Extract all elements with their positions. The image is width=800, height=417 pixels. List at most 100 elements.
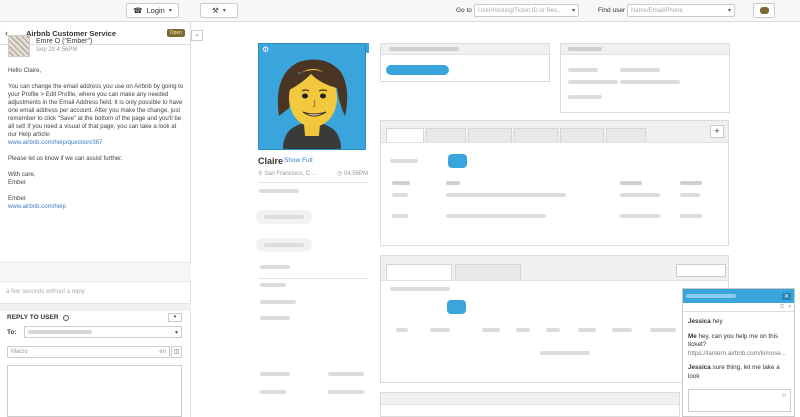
message-body: Hello Claire, You can change the email a… [8, 67, 184, 219]
goto-placeholder: User/Hosting/Ticket ID or Res... [478, 7, 563, 14]
location: ⚲ San Francisco, C... [258, 170, 315, 177]
chevron-down-icon: ▾ [571, 8, 575, 14]
goto-label: Go to [456, 7, 472, 14]
divider [258, 278, 368, 279]
tools-icon: ⚒ [212, 6, 219, 15]
find-user-placeholder: Name/Email/Phone [631, 7, 683, 14]
tab[interactable] [468, 128, 512, 142]
chat-sender: Me [688, 332, 697, 340]
column-header [578, 328, 596, 332]
user-avatar-illustration [259, 44, 365, 149]
chevron-down-icon: ▾ [168, 8, 172, 14]
panel-title [389, 47, 459, 51]
macro-language[interactable]: en [159, 349, 166, 355]
close-icon[interactable]: × [788, 304, 791, 310]
message-divider [0, 262, 191, 282]
section-divider [0, 303, 191, 311]
chat-message: Jessica hey [688, 318, 789, 327]
reply-title: REPLY TO USER [7, 314, 69, 321]
reply-textarea[interactable] [7, 365, 182, 417]
chat-link[interactable]: https://lantern.airbnb.com/kimose... [688, 350, 786, 357]
find-user-input[interactable]: Name/Email/Phone ▾ [627, 4, 735, 17]
chat-sender: Jessica [688, 318, 711, 325]
login-button[interactable]: ☎ Login ▾ [126, 3, 179, 18]
tab[interactable] [426, 128, 466, 142]
find-user-label: Find user [598, 7, 626, 14]
goto-input[interactable]: User/Hosting/Ticket ID or Res... ▾ [474, 4, 579, 17]
user-menu-button[interactable] [753, 3, 775, 18]
macro-list-icon[interactable]: ◫ [171, 346, 182, 358]
pagination[interactable] [540, 351, 590, 355]
info-field [568, 95, 602, 99]
column-header [396, 328, 408, 332]
chevron-down-icon: ▾ [222, 8, 226, 14]
info-field [568, 80, 618, 84]
column-header [612, 328, 632, 332]
message-paragraph: You can change the email address you use… [8, 83, 184, 147]
divider [258, 182, 368, 183]
macro-placeholder: Macro [11, 349, 28, 355]
phone-icon: ☎ [133, 6, 143, 15]
filter-button[interactable] [447, 300, 466, 314]
signoff-name: Ember [8, 179, 26, 186]
column-header [392, 181, 410, 185]
smiley-icon[interactable]: ☺ [781, 393, 787, 399]
profile-field [260, 300, 296, 304]
message-signoff: With care, Ember [8, 171, 184, 187]
collapse-panel-button[interactable]: ⌄ [191, 30, 203, 41]
table-cell [680, 214, 702, 218]
message-signature: Ember www.airbnb.com/help [8, 195, 184, 211]
profile-field [260, 372, 290, 376]
reply-title-label: REPLY TO USER [7, 314, 59, 321]
clock-icon[interactable] [62, 314, 69, 321]
signature-link[interactable]: www.airbnb.com/help [8, 203, 66, 210]
column-header [516, 328, 530, 332]
status-badge[interactable]: Open [166, 29, 185, 37]
reply-options-button[interactable]: ▾ [168, 313, 182, 322]
clock-icon: ◷ [337, 171, 343, 177]
macro-input[interactable]: Macro en [7, 346, 170, 358]
recipient-select[interactable]: ▾ [24, 326, 182, 338]
message-text: You can change the email address you use… [8, 83, 184, 138]
popout-icon[interactable]: ⎋ [780, 304, 784, 310]
profile-field [260, 316, 290, 320]
close-icon[interactable]: ✕ [781, 292, 791, 300]
show-full-link[interactable]: Show Full [284, 157, 313, 164]
user-photo[interactable] [258, 43, 366, 150]
panel-title [568, 47, 602, 51]
tab[interactable] [455, 264, 521, 280]
recipient-value [28, 330, 92, 334]
filter-button[interactable] [448, 154, 467, 168]
tab[interactable] [606, 128, 646, 142]
chat-header[interactable]: ✕ [683, 289, 794, 303]
tab[interactable] [386, 128, 424, 142]
action-button[interactable] [386, 65, 449, 75]
info-value [620, 80, 680, 84]
help-article-link[interactable]: www.airbnb.com/help/question/367 [8, 139, 103, 146]
local-time: ◷ 04:58PM [337, 170, 368, 177]
column-header [430, 328, 450, 332]
photo-edge [366, 43, 369, 53]
column-header [620, 181, 642, 185]
table-cell [446, 214, 546, 218]
local-time-text: 04:58PM [343, 171, 368, 177]
gear-icon[interactable]: ⚙ [262, 46, 270, 54]
tab[interactable] [560, 128, 604, 142]
chat-input[interactable]: ☺ [688, 389, 791, 412]
tab[interactable] [386, 264, 452, 280]
message-greeting: Hello Claire, [8, 67, 42, 74]
chat-text: hey, can you help me on this ticket? [688, 332, 779, 349]
signoff-line: With care, [8, 171, 36, 178]
info-value [620, 68, 660, 72]
location-pin-icon: ⚲ [258, 171, 263, 177]
plus-icon[interactable]: + [710, 125, 724, 138]
profile-field [260, 283, 286, 287]
tools-menu-button[interactable]: ⚒ ▾ [200, 3, 238, 18]
panel-action-button[interactable] [676, 264, 726, 277]
table-cell [620, 193, 660, 197]
tab[interactable] [514, 128, 558, 142]
signature-name: Ember [8, 195, 26, 202]
filter-label [390, 159, 418, 163]
sender-avatar [8, 35, 30, 57]
table-cell [392, 193, 408, 197]
